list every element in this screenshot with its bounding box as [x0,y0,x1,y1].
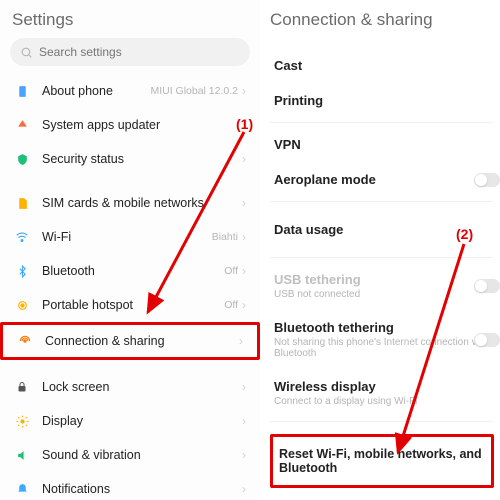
chevron-right-icon: › [242,448,246,462]
settings-item-value: Off [224,265,238,277]
update-icon [12,119,32,132]
hotspot-icon [12,299,32,312]
settings-item-label: Wi-Fi [32,230,212,244]
row-label: Bluetooth tethering [274,320,492,335]
search-field[interactable] [10,38,250,66]
row-label: Printing [274,93,492,108]
divider [270,122,492,123]
row-label: VPN [274,137,492,152]
wifi-icon [12,230,32,244]
row-data-usage[interactable]: Data usage [270,206,500,253]
chevron-right-icon: › [242,118,246,132]
settings-item-display[interactable]: Display › [0,404,260,438]
row-label: Aeroplane mode [274,172,492,187]
row-label: Reset Wi-Fi, mobile networks, and Blueto… [279,447,485,475]
phone-icon [12,85,32,98]
settings-item-label: System apps updater [32,118,242,132]
settings-item-label: Lock screen [32,380,242,394]
sun-icon [12,415,32,428]
chevron-right-icon: › [242,84,246,98]
chevron-right-icon: › [242,264,246,278]
bt-tether-toggle[interactable] [474,333,500,347]
share-icon [15,334,35,348]
settings-item-value: Off [224,299,238,311]
aeroplane-toggle[interactable] [474,173,500,187]
chevron-right-icon: › [242,196,246,210]
settings-item-sound[interactable]: Sound & vibration › [0,438,260,472]
chevron-right-icon: › [242,152,246,166]
search-input[interactable] [39,45,240,59]
settings-item-value: Biahti [212,231,238,243]
settings-panel: Settings About phone MIUI Global 12.0.2 … [0,0,260,500]
settings-item-hotspot[interactable]: Portable hotspot Off › [0,288,260,322]
connection-sharing-panel: Connection & sharing Cast Printing VPN A… [260,0,500,500]
settings-item-lockscreen[interactable]: Lock screen › [0,370,260,404]
settings-item-bluetooth[interactable]: Bluetooth Off › [0,254,260,288]
row-reset-network[interactable]: Reset Wi-Fi, mobile networks, and Blueto… [270,434,494,488]
row-label: Data usage [274,222,492,237]
settings-item-wifi[interactable]: Wi-Fi Biahti › [0,220,260,254]
chevron-right-icon: › [242,380,246,394]
chevron-right-icon: › [242,414,246,428]
settings-item-label: Security status [32,152,242,166]
settings-item-label: Notifications [32,482,242,496]
settings-item-value: MIUI Global 12.0.2 [150,85,238,97]
chevron-right-icon: › [242,230,246,244]
settings-item-label: Bluetooth [32,264,224,278]
settings-item-about[interactable]: About phone MIUI Global 12.0.2 › [0,74,260,108]
usb-toggle [474,279,500,293]
settings-item-label: About phone [32,84,150,98]
section-title: Connection & sharing [270,6,500,48]
shield-icon [12,153,32,166]
bell-icon [12,483,32,496]
row-wireless-display[interactable]: Wireless display Connect to a display us… [270,369,500,417]
row-label: USB tethering [274,272,492,287]
bluetooth-icon [12,265,32,278]
lock-icon [12,381,32,393]
row-usb-tethering: USB tethering USB not connected [270,262,500,310]
sim-icon [12,197,32,210]
settings-item-label: Sound & vibration [32,448,242,462]
row-sublabel: Not sharing this phone's Internet connec… [274,337,492,359]
page-title: Settings [0,6,260,38]
settings-item-notifications[interactable]: Notifications › [0,472,260,500]
settings-item-updater[interactable]: System apps updater › [0,108,260,142]
divider [270,257,492,258]
chevron-right-icon: › [242,482,246,496]
settings-item-sim[interactable]: SIM cards & mobile networks › [0,186,260,220]
row-label: Cast [274,58,492,73]
settings-item-connection-sharing[interactable]: Connection & sharing › [0,322,260,360]
row-printing[interactable]: Printing [270,83,500,118]
row-cast[interactable]: Cast [270,48,500,83]
chevron-right-icon: › [242,298,246,312]
row-sublabel: Connect to a display using Wi-Fi [274,396,492,407]
settings-item-security[interactable]: Security status › [0,142,260,176]
row-vpn[interactable]: VPN [270,127,500,162]
row-aeroplane[interactable]: Aeroplane mode [270,162,500,197]
speaker-icon [12,449,32,462]
settings-item-label: Connection & sharing [35,334,239,348]
chevron-right-icon: › [239,334,243,348]
row-label: Wireless display [274,379,492,394]
divider [270,201,492,202]
settings-item-label: SIM cards & mobile networks [32,196,242,210]
divider [270,421,492,422]
row-bluetooth-tethering[interactable]: Bluetooth tethering Not sharing this pho… [270,310,500,369]
settings-item-label: Portable hotspot [32,298,224,312]
row-sublabel: USB not connected [274,289,492,300]
settings-item-label: Display [32,414,242,428]
search-icon [20,46,33,59]
